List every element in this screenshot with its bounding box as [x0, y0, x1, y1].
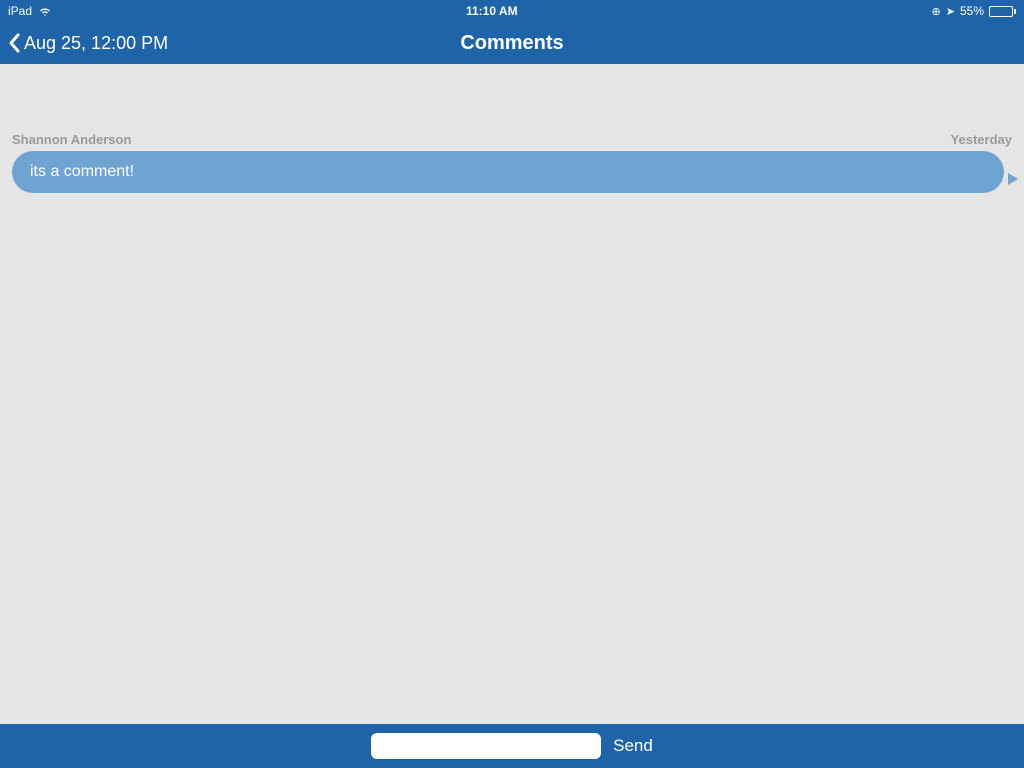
comment-text: its a comment!: [30, 163, 134, 180]
battery-percent: 55%: [960, 4, 984, 18]
back-button[interactable]: Aug 25, 12:00 PM: [8, 33, 168, 54]
status-right: ⊕ ➤ 55%: [932, 4, 1016, 18]
comment-author: Shannon Anderson: [12, 132, 131, 147]
location-icon: ➤: [946, 5, 955, 18]
nav-bar: Aug 25, 12:00 PM Comments: [0, 22, 1024, 64]
send-button[interactable]: Send: [613, 736, 653, 756]
status-time: 11:10 AM: [466, 4, 518, 18]
status-bar: iPad 11:10 AM ⊕ ➤ 55%: [0, 0, 1024, 22]
comments-list: Shannon Anderson Yesterday its a comment…: [0, 64, 1024, 724]
status-left: iPad: [8, 4, 52, 18]
back-label: Aug 25, 12:00 PM: [24, 33, 168, 54]
chevron-left-icon: [8, 33, 20, 53]
comment-item: its a comment!: [0, 151, 1024, 193]
input-bar: Send: [0, 724, 1024, 768]
page-title: Comments: [460, 32, 563, 55]
device-label: iPad: [8, 4, 32, 18]
comment-time: Yesterday: [951, 132, 1012, 147]
comment-input[interactable]: [371, 733, 601, 759]
bubble-tail-icon: [1008, 173, 1018, 185]
comment-meta: Shannon Anderson Yesterday: [0, 132, 1024, 151]
orientation-lock-icon: ⊕: [932, 5, 941, 18]
comment-bubble: its a comment!: [12, 151, 1004, 193]
battery-icon: [989, 6, 1016, 17]
wifi-icon: [38, 6, 52, 16]
